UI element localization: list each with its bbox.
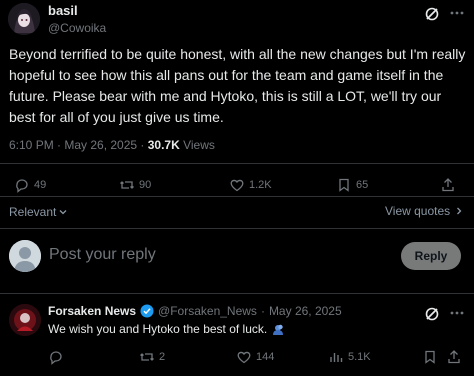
divider: [0, 163, 474, 164]
divider: [0, 228, 474, 229]
reply-author-name[interactable]: Forsaken News: [48, 304, 136, 318]
chevron-right-icon: [457, 207, 462, 215]
heart-icon: [237, 351, 251, 364]
reply-author-avatar[interactable]: [9, 304, 41, 336]
grok-icon[interactable]: [424, 6, 440, 22]
reply-date[interactable]: May 26, 2025: [269, 304, 342, 318]
reply-separator: ·: [260, 304, 265, 318]
share-button[interactable]: [446, 349, 462, 365]
tweet-timestamp[interactable]: 6:10 PM · May 26, 2025 ·: [9, 138, 148, 152]
views-button[interactable]: 5.1K: [328, 349, 371, 365]
reply-button[interactable]: [48, 349, 64, 365]
repost-button[interactable]: 2: [139, 349, 165, 365]
reply-author-handle[interactable]: @Forsaken_News: [158, 304, 257, 318]
reply-input[interactable]: Post your reply: [49, 246, 156, 264]
like-button[interactable]: 144: [236, 349, 274, 365]
author-avatar[interactable]: [8, 3, 40, 35]
bookmark-count: 65: [356, 179, 369, 191]
view-quotes-link[interactable]: View quotes: [385, 204, 464, 218]
sort-replies-dropdown[interactable]: Relevant: [9, 205, 68, 219]
reply-like-count: 144: [256, 351, 275, 363]
divider: [0, 293, 474, 294]
reply-count: 49: [34, 179, 47, 191]
share-icon: [448, 350, 460, 364]
view-count: 30.7K: [147, 138, 180, 152]
bookmark-icon: [425, 350, 435, 364]
reply-button[interactable]: 49: [14, 177, 46, 193]
more-options-icon[interactable]: [448, 304, 466, 322]
like-count: 1.2K: [249, 179, 272, 191]
views-label: Views: [179, 138, 215, 152]
reply-submit-button[interactable]: Reply: [401, 242, 461, 270]
grok-icon[interactable]: [424, 306, 440, 322]
bookmark-icon: [339, 178, 349, 192]
reply-icon: [16, 179, 28, 193]
more-options-icon[interactable]: [448, 4, 466, 22]
share-button[interactable]: [440, 177, 456, 193]
author-handle[interactable]: @Cowoika: [48, 21, 106, 35]
verified-badge-icon: [140, 304, 154, 318]
tweet-text: Beyond terrified to be quite honest, wit…: [9, 46, 466, 125]
reply-text-body: We wish you and Hytoko the best of luck.: [48, 322, 268, 336]
bookmark-button[interactable]: [422, 349, 438, 365]
divider: [0, 196, 474, 197]
view-quotes-label: View quotes: [385, 204, 451, 218]
default-avatar-icon: [9, 240, 41, 272]
reply-text: We wish you and Hytoko the best of luck.: [48, 322, 285, 336]
share-icon: [442, 178, 454, 192]
analytics-icon: [330, 353, 343, 362]
reply-view-count: 5.1K: [348, 351, 371, 363]
reply-icon: [50, 351, 62, 365]
user-avatar[interactable]: [9, 240, 41, 272]
heart-icon: [230, 179, 244, 192]
bookmark-button[interactable]: 65: [336, 177, 368, 193]
like-button[interactable]: 1.2K: [229, 177, 272, 193]
sort-label: Relevant: [9, 205, 57, 219]
avatar-art-icon: [8, 3, 40, 35]
author-display-name[interactable]: basil: [48, 3, 78, 18]
repost-icon: [140, 353, 154, 361]
tweet-metadata: 6:10 PM · May 26, 2025 · 30.7K Views: [9, 138, 215, 152]
chevron-down-icon: [59, 210, 67, 215]
hug-emoji-icon: [273, 324, 284, 335]
repost-button[interactable]: 90: [119, 177, 151, 193]
repost-icon: [120, 181, 134, 189]
avatar-art-icon: [9, 304, 41, 336]
reply-header: Forsaken News @Forsaken_News · May 26, 2…: [48, 304, 342, 318]
repost-count: 90: [139, 179, 152, 191]
reply-reply-count: 2: [159, 351, 166, 363]
